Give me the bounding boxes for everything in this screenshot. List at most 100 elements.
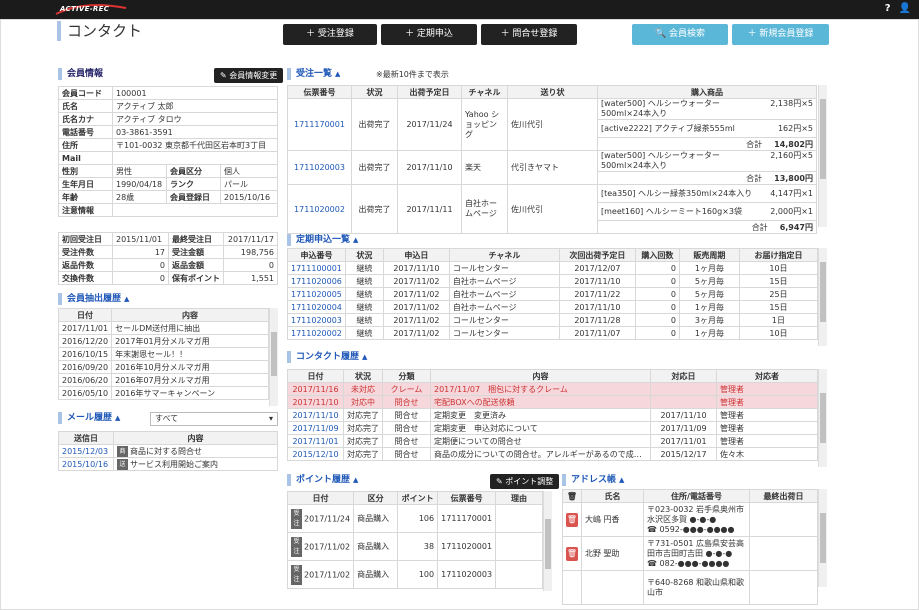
- mail-section-title[interactable]: メール履歴 ▲: [58, 412, 120, 424]
- contact-scrollbar[interactable]: [818, 369, 827, 467]
- subs-cell[interactable]: 1711020004: [287, 300, 346, 314]
- order-number-link[interactable]: 1711170001: [287, 98, 352, 151]
- contact-cell[interactable]: 2015/12/10: [287, 447, 344, 461]
- table-row[interactable]: 2015/12/10 対応完了 問合せ 商品の成分についての問合せ。アレルギーがあるの…: [287, 447, 818, 461]
- extract-scrollbar[interactable]: [269, 308, 278, 406]
- order-item-price: 4,147円×1: [770, 188, 813, 198]
- table-row[interactable]: 2016/10/15 年末謝恩セール！！: [57, 347, 269, 361]
- contact-cell[interactable]: 2017/11/09: [287, 421, 344, 435]
- subs-cell: 継続: [344, 261, 384, 275]
- table-row[interactable]: 2017/11/01 セールDM送付用に抽出: [57, 321, 269, 335]
- subs-cell: 2017/11/10: [382, 261, 450, 275]
- contact-cell[interactable]: 2017/11/16: [287, 382, 344, 396]
- order-tag-icon: 受注: [291, 536, 302, 557]
- member-value: 28歳: [112, 190, 167, 204]
- orders-scrollbar[interactable]: [818, 85, 827, 227]
- contact-cell[interactable]: 2017/11/10: [287, 408, 344, 422]
- contact-cell: 宅配BOXへの配送依頼: [430, 395, 651, 409]
- member-search-button[interactable]: 🔍 会員検索: [632, 24, 728, 45]
- order-invoice: 佐川代引: [507, 98, 598, 151]
- subs-cell: 5ヶ月毎: [678, 287, 740, 301]
- mail-header-content: 内容: [113, 431, 278, 445]
- address-text: 〒023-0032 岩手県奥州市水沢区多賀 ●-●-●: [647, 504, 745, 524]
- table-row[interactable]: 2017/11/10 対応中 問合せ 宅配BOXへの配送依頼 管理者: [287, 395, 818, 409]
- collapse-icon: ▲: [362, 353, 368, 361]
- member-row: 電話番号 03-3861-3591: [58, 125, 278, 139]
- extract-section-label: 会員抽出履歴: [67, 294, 122, 304]
- point-adjust-button[interactable]: ✎ ポイント調整: [490, 474, 560, 489]
- subs-cell[interactable]: 1711020006: [287, 274, 346, 288]
- subs-cell[interactable]: 1711020002: [287, 326, 346, 340]
- mail-content: 送サービス利用開始ご案内: [113, 457, 278, 471]
- member-row: 会員コード 100001: [58, 86, 278, 100]
- address-scrollbar[interactable]: [818, 489, 827, 587]
- extract-table: 日付 内容 2017/11/01 セールDM送付用に抽出 2016/12/20 2017…: [57, 308, 269, 400]
- order-item-name: [active2222] アクティブ緑茶555ml: [601, 123, 735, 133]
- subs-cell: 0: [634, 274, 680, 288]
- new-member-button[interactable]: ＋ 新規会員登録: [732, 24, 829, 45]
- mail-date-link[interactable]: 2015/12/03: [58, 444, 114, 458]
- points-section-title[interactable]: ポイント履歴 ▲: [287, 474, 358, 486]
- order-number-link[interactable]: 1711020002: [287, 184, 352, 234]
- stats-value: 0: [112, 258, 169, 272]
- contact-table: 日付 状況 分類 内容 対応日 対応者 2017/11/16 未対応 クレーム 2017/11/…: [287, 369, 818, 461]
- orders-header-date: 出荷予定日: [397, 85, 462, 99]
- table-row[interactable]: 2016/09/20 2016年10月分メルマガ用: [57, 360, 269, 374]
- user-icon[interactable]: 👤: [899, 3, 911, 14]
- member-change-button[interactable]: ✎ 会員情報変更: [214, 68, 284, 83]
- table-row[interactable]: 2015/10/16 送サービス利用開始ご案内: [58, 457, 278, 471]
- order-tag-icon: 受注: [291, 508, 302, 529]
- mail-filter-select[interactable]: すべて ▾: [150, 412, 278, 426]
- subs-scrollbar[interactable]: [818, 248, 827, 346]
- order-item: [water500] ヘルシーウォーター500ml×24本入り 2,160円×5: [597, 150, 817, 172]
- table-row[interactable]: 1711100001 継続 2017/11/10 コールセンター 2017/12/07 0…: [287, 261, 819, 275]
- mail-date-link[interactable]: 2015/10/16: [58, 457, 114, 471]
- table-row[interactable]: 1711020005 継続 2017/11/02 自社ホームページ 2017/11/22…: [287, 287, 819, 301]
- order-item-price: 2,160円×5: [770, 151, 813, 161]
- subs-cell: 継続: [344, 313, 384, 327]
- table-row[interactable]: 2017/11/01 対応完了 問合せ 定期便についての問合せ 2017/11/01 管理…: [287, 434, 818, 448]
- table-row[interactable]: 2016/06/20 2016年07月分メルマガ用: [57, 373, 269, 387]
- subs-section-title[interactable]: 定期申込一覧 ▲: [287, 234, 358, 246]
- contact-cell: 定期変更 変更済み: [430, 408, 651, 422]
- subscription-button[interactable]: ＋ 定期申込: [381, 24, 477, 45]
- address-section-title[interactable]: アドレス帳 ▲: [562, 474, 624, 486]
- table-row[interactable]: 1711020003 継続 2017/11/02 コールセンター 2017/11/28 0…: [287, 313, 819, 327]
- table-row[interactable]: 1711020002 継続 2017/11/02 コールセンター 2017/11/07 0…: [287, 326, 819, 340]
- trash-icon[interactable]: 🗑: [566, 512, 578, 527]
- extract-section-title[interactable]: 会員抽出履歴 ▲: [58, 293, 129, 305]
- stats-label: 受注金額: [168, 245, 224, 259]
- address-phone: ☎ 0592-●●●-●●●●: [647, 524, 735, 534]
- stats-row: 返品件数 0 返品金額 0: [58, 258, 278, 272]
- orders-section-title[interactable]: 受注一覧 ▲: [287, 68, 340, 80]
- table-row[interactable]: 2016/05/10 2016年サマーキャンペーン: [57, 386, 269, 400]
- contact-cell: 対応完了: [343, 421, 383, 435]
- trash-icon[interactable]: 🗑: [566, 546, 578, 561]
- table-row[interactable]: 2015/12/03 商商品に対する問合せ: [58, 444, 278, 458]
- table-row[interactable]: 2016/12/20 2017年01月分メルマガ用: [57, 334, 269, 348]
- order-channel: 自社ホームページ: [461, 184, 508, 234]
- subs-cell[interactable]: 1711020003: [287, 313, 346, 327]
- table-row[interactable]: 2017/11/09 対応完了 問合せ 定期変更 申込対応について 2017/11/09…: [287, 421, 818, 435]
- table-row[interactable]: 2017/11/16 未対応 クレーム 2017/11/07 梱包に対するクレーム 管理…: [287, 382, 818, 396]
- table-row[interactable]: 2017/11/10 対応完了 問合せ 定期変更 変更済み 2017/11/10 管理者: [287, 408, 818, 422]
- subs-cell: 1ヶ月毎: [678, 300, 740, 314]
- contact-section-title[interactable]: コンタクト履歴 ▲: [287, 351, 367, 363]
- contact-cell: 対応完了: [343, 447, 383, 461]
- table-row[interactable]: 1711020006 継続 2017/11/02 自社ホームページ 2017/11/10…: [287, 274, 819, 288]
- orders-table: 伝票番号 状況 出荷予定日 チャネル 送り状 購入商品 1711170001 出荷…: [287, 85, 817, 234]
- table-row[interactable]: 1711020004 継続 2017/11/02 自社ホームページ 2017/11/10…: [287, 300, 819, 314]
- subs-cell: 自社ホームページ: [448, 274, 560, 288]
- subs-cell[interactable]: 1711020005: [287, 287, 346, 301]
- inquiry-register-button[interactable]: ＋ 問合せ登録: [481, 24, 577, 45]
- subs-cell[interactable]: 1711100001: [287, 261, 346, 275]
- help-icon[interactable]: ?: [885, 3, 891, 14]
- points-scrollbar[interactable]: [543, 491, 552, 591]
- app-logo[interactable]: ACTIVE-REC: [54, 2, 128, 16]
- top-bar: ACTIVE-REC ? 👤: [0, 0, 919, 19]
- contact-cell[interactable]: 2017/11/01: [287, 434, 344, 448]
- order-number-link[interactable]: 1711020003: [287, 150, 352, 185]
- order-register-button[interactable]: ＋ 受注登録: [283, 24, 377, 45]
- collapse-icon: ▲: [115, 414, 121, 422]
- contact-cell[interactable]: 2017/11/10: [287, 395, 344, 409]
